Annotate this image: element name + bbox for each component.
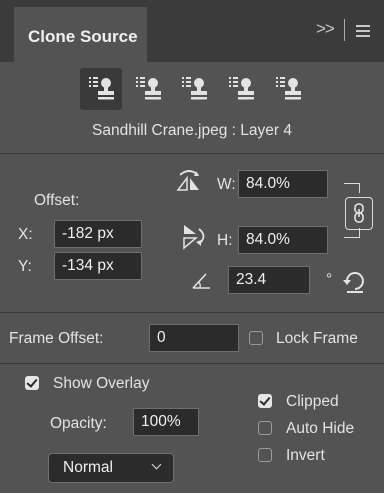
frame-offset-field[interactable]: 0 (149, 324, 239, 352)
show-overlay-label: Show Overlay (53, 375, 150, 392)
section-divider (0, 312, 384, 313)
flip-horizontal-icon[interactable] (176, 168, 202, 192)
clone-source-button-3[interactable] (173, 68, 215, 110)
chevron-down-icon (151, 459, 162, 470)
clone-stamp-icon (229, 77, 254, 100)
opacity-field[interactable]: 100% (133, 408, 199, 436)
source-info-text: Sandhill Crane.jpeg : Layer 4 (92, 122, 292, 139)
clone-source-button-2[interactable] (127, 68, 169, 110)
blend-mode-value: Normal (63, 459, 113, 476)
opacity-label: Opacity: (50, 415, 107, 432)
hamburger-menu-icon[interactable] (356, 25, 370, 37)
clone-stamp-icon (89, 77, 114, 100)
section-divider (0, 363, 384, 364)
height-label: H: (217, 232, 233, 249)
flip-vertical-icon[interactable] (182, 223, 208, 251)
clone-stamp-icon (136, 77, 161, 100)
invert-checkbox[interactable] (258, 448, 272, 462)
offset-label: Offset: (34, 192, 80, 209)
clone-source-button-1[interactable] (80, 68, 122, 110)
clone-stamp-icon (182, 77, 207, 100)
show-overlay-checkbox[interactable] (25, 376, 39, 390)
blend-mode-select[interactable]: Normal (48, 453, 174, 483)
panel-tab-bar: Clone Source >> (0, 0, 384, 62)
offset-y-label: Y: (18, 258, 32, 275)
lock-frame-label: Lock Frame (276, 330, 358, 347)
clipped-label: Clipped (286, 393, 339, 410)
auto-hide-checkbox[interactable] (258, 421, 272, 435)
height-field[interactable]: 84.0% (238, 226, 328, 254)
clone-source-button-4[interactable] (220, 68, 262, 110)
link-bracket-top (344, 183, 360, 193)
clipped-checkbox[interactable] (258, 394, 272, 408)
section-divider (0, 153, 384, 154)
width-label: W: (217, 176, 236, 193)
angle-icon (192, 273, 210, 289)
angle-field[interactable]: 23.4 (228, 266, 310, 294)
invert-label: Invert (286, 447, 325, 464)
link-dimensions-button[interactable] (345, 197, 373, 230)
degree-symbol: ° (326, 271, 333, 288)
tab-label: Clone Source (28, 27, 138, 46)
clone-stamp-icon (276, 77, 301, 100)
width-field[interactable]: 84.0% (238, 170, 328, 198)
frame-offset-label: Frame Offset: (9, 330, 104, 347)
reset-transform-icon[interactable] (342, 268, 368, 294)
auto-hide-label: Auto Hide (286, 420, 355, 437)
offset-x-field[interactable]: -182 px (54, 220, 142, 248)
offset-x-label: X: (18, 226, 33, 243)
tab-clone-source[interactable]: Clone Source (14, 7, 147, 62)
clone-source-panel: Clone Source >> Sandhill Crane.jpeg: La… (0, 0, 384, 493)
link-bracket-bottom (344, 228, 360, 238)
offset-y-field[interactable]: -134 px (54, 252, 142, 280)
link-icon (354, 203, 364, 223)
tab-bar-separator (344, 19, 345, 41)
lock-frame-checkbox[interactable] (249, 331, 263, 345)
clone-source-button-5[interactable] (267, 68, 309, 110)
collapse-panel-icon[interactable]: >> (316, 19, 335, 39)
